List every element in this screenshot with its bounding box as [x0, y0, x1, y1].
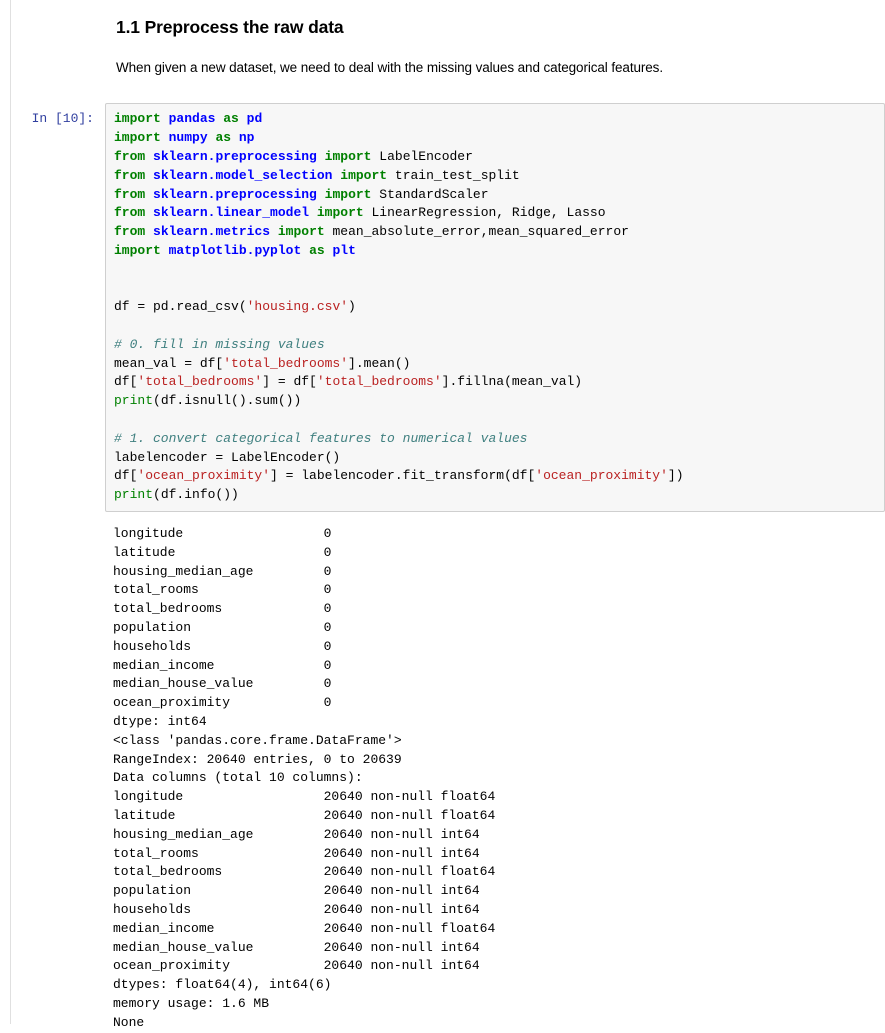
code-source[interactable]: import pandas as pd import numpy as np f…	[114, 110, 880, 505]
input-prompt-label: In [10]:	[31, 111, 94, 127]
notebook-container: 1.1 Preprocess the raw data When given a…	[0, 0, 885, 1033]
section-paragraph: When given a new dataset, we need to dea…	[116, 59, 663, 75]
code-editor[interactable]: import pandas as pd import numpy as np f…	[105, 103, 885, 513]
code-cell[interactable]: In [10]: import pandas as pd import nump…	[11, 103, 885, 513]
output-text: longitude 0 latitude 0 housing_median_ag…	[113, 526, 496, 1030]
markdown-cell[interactable]: 1.1 Preprocess the raw data When given a…	[11, 0, 885, 77]
output-stream: longitude 0 latitude 0 housing_median_ag…	[105, 525, 885, 1033]
section-heading: 1.1 Preprocess the raw data	[116, 17, 344, 37]
output-cell: longitude 0 latitude 0 housing_median_ag…	[11, 525, 885, 1033]
